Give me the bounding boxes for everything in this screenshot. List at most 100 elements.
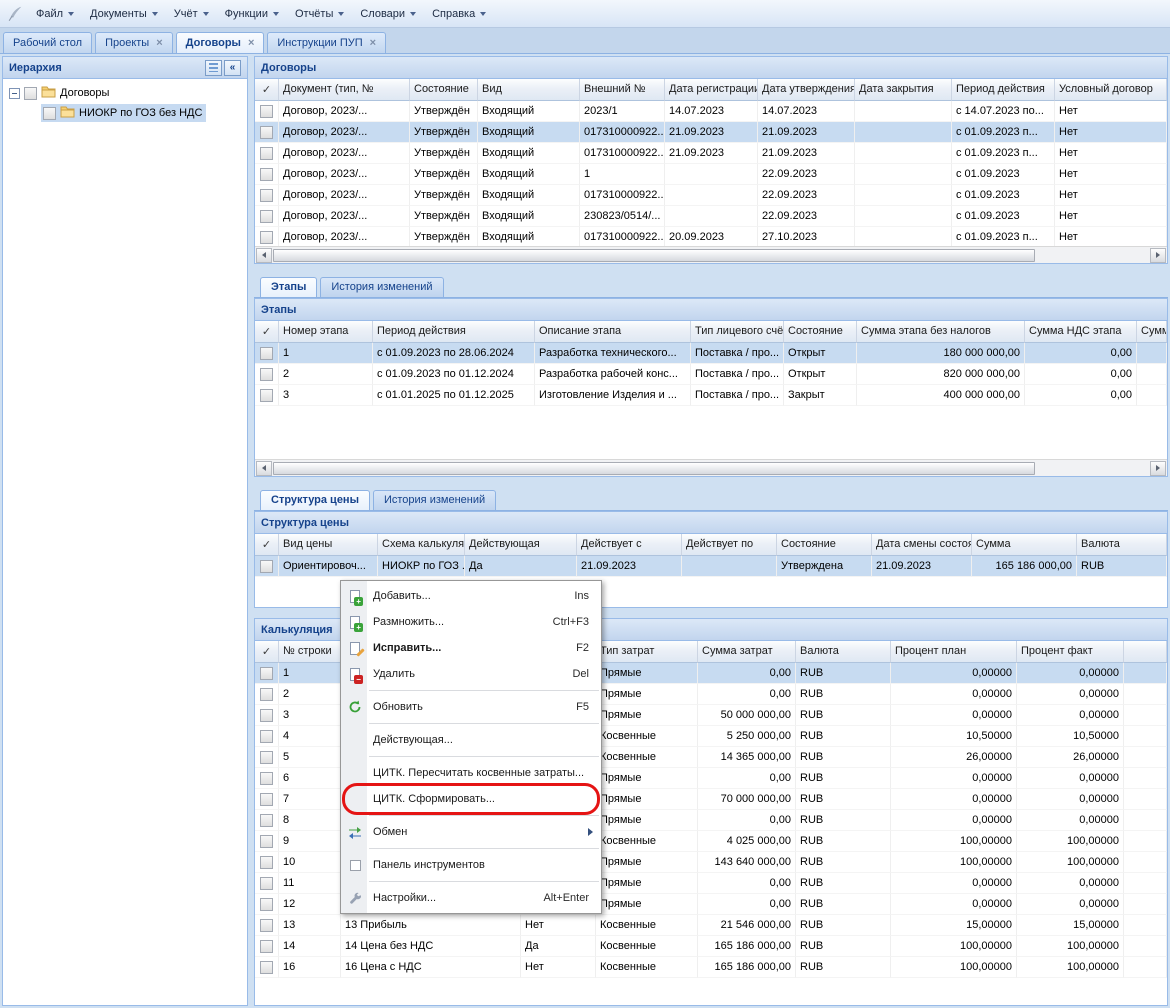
- context-menu-item-2[interactable]: Исправить...F2: [341, 635, 601, 661]
- price-tabstrip-tab-1[interactable]: История изменений: [373, 490, 496, 510]
- table-row[interactable]: 3с 01.01.2025 по 01.12.2025Изготовление …: [255, 385, 1167, 406]
- collapse-node-icon[interactable]: [9, 88, 20, 99]
- row-checkbox[interactable]: [260, 772, 273, 785]
- context-menu-item-12[interactable]: Обмен: [341, 819, 601, 845]
- column-header[interactable]: Дата утверждения: [758, 79, 855, 101]
- row-checkbox[interactable]: [260, 210, 273, 223]
- column-header[interactable]: Вид цены: [279, 534, 378, 556]
- tab-0[interactable]: Рабочий стол: [3, 32, 92, 53]
- row-checkbox[interactable]: [260, 126, 273, 139]
- stages-tabstrip-tab-0[interactable]: Этапы: [260, 277, 317, 297]
- column-header[interactable]: Период действия: [373, 321, 535, 343]
- tab-3[interactable]: Инструкции ПУП×: [267, 32, 386, 53]
- scroll-left-button[interactable]: [256, 461, 272, 476]
- table-row[interactable]: Договор, 2023/...УтверждёнВходящий2023/1…: [255, 101, 1167, 122]
- row-checkbox[interactable]: [260, 835, 273, 848]
- menubar-item-0[interactable]: Файл: [28, 4, 82, 24]
- context-menu-item-0[interactable]: +Добавить...Ins: [341, 583, 601, 609]
- column-header[interactable]: Состояние: [410, 79, 478, 101]
- row-checkbox[interactable]: [260, 147, 273, 160]
- row-checkbox[interactable]: [260, 898, 273, 911]
- column-header[interactable]: Сумма затрат: [698, 641, 796, 663]
- tab-close-icon[interactable]: ×: [370, 38, 376, 48]
- context-menu-item-14[interactable]: Панель инструментов: [341, 852, 601, 878]
- row-checkbox[interactable]: [260, 347, 273, 360]
- hierarchy-settings-button[interactable]: [205, 60, 222, 76]
- table-row[interactable]: Договор, 2023/...УтверждёнВходящий017310…: [255, 122, 1167, 143]
- tab-close-icon[interactable]: ×: [248, 38, 254, 48]
- context-menu-item-5[interactable]: ОбновитьF5: [341, 694, 601, 720]
- row-checkbox[interactable]: [260, 856, 273, 869]
- table-row[interactable]: 1313 ПрибыльНетКосвенные21 546 000,00RUB…: [255, 915, 1167, 936]
- context-menu-item-1[interactable]: +Размножить...Ctrl+F3: [341, 609, 601, 635]
- row-checkbox[interactable]: [260, 368, 273, 381]
- column-header[interactable]: Процент план: [891, 641, 1017, 663]
- table-row[interactable]: 1414 Цена без НДСДаКосвенные165 186 000,…: [255, 936, 1167, 957]
- tree-node-checkbox[interactable]: [24, 87, 37, 100]
- column-header[interactable]: Документ (тип, №: [279, 79, 410, 101]
- column-header[interactable]: Действует с: [577, 534, 682, 556]
- tree-node-niokr[interactable]: НИОКР по ГОЗ без НДС: [5, 103, 245, 123]
- menubar-item-6[interactable]: Справка: [424, 4, 494, 24]
- tree-node-checkbox[interactable]: [43, 107, 56, 120]
- row-checkbox[interactable]: [260, 877, 273, 890]
- stages-tabstrip-tab-1[interactable]: История изменений: [320, 277, 443, 297]
- select-all-header[interactable]: ✓: [255, 321, 279, 343]
- select-all-header[interactable]: ✓: [255, 641, 279, 663]
- table-row[interactable]: Договор, 2023/...УтверждёнВходящий017310…: [255, 143, 1167, 164]
- row-checkbox[interactable]: [260, 105, 273, 118]
- row-checkbox[interactable]: [260, 688, 273, 701]
- tab-2[interactable]: Договоры×: [176, 32, 265, 53]
- column-header[interactable]: Сумма этапа без налогов: [857, 321, 1025, 343]
- menubar-item-3[interactable]: Функции: [217, 4, 287, 24]
- row-checkbox[interactable]: [260, 389, 273, 402]
- column-header[interactable]: № строки: [279, 641, 341, 663]
- table-row[interactable]: Договор, 2023/...УтверждёнВходящий017310…: [255, 227, 1167, 246]
- row-checkbox[interactable]: [260, 709, 273, 722]
- column-header[interactable]: Период действия: [952, 79, 1055, 101]
- row-checkbox[interactable]: [260, 919, 273, 932]
- context-menu-item-7[interactable]: Действующая...: [341, 727, 601, 753]
- column-header[interactable]: Состояние: [777, 534, 872, 556]
- row-checkbox[interactable]: [260, 814, 273, 827]
- stages-hscrollbar[interactable]: [255, 459, 1167, 476]
- row-checkbox[interactable]: [260, 168, 273, 181]
- scroll-right-button[interactable]: [1150, 461, 1166, 476]
- menubar-item-5[interactable]: Словари: [352, 4, 424, 24]
- contracts-hscrollbar[interactable]: [255, 246, 1167, 263]
- scroll-right-button[interactable]: [1150, 248, 1166, 263]
- row-checkbox[interactable]: [260, 793, 273, 806]
- column-header[interactable]: Дата закрытия: [855, 79, 952, 101]
- column-header[interactable]: [1124, 641, 1167, 663]
- column-header[interactable]: Внешний №: [580, 79, 665, 101]
- context-menu-item-16[interactable]: Настройки...Alt+Enter: [341, 885, 601, 911]
- tree-node-contracts[interactable]: Договоры: [5, 83, 245, 103]
- column-header[interactable]: Тип затрат: [596, 641, 698, 663]
- row-checkbox[interactable]: [260, 231, 273, 244]
- column-header[interactable]: Сумма: [1137, 321, 1167, 343]
- collapse-panel-button[interactable]: «: [224, 60, 241, 76]
- context-menu-item-3[interactable]: −УдалитьDel: [341, 661, 601, 687]
- tab-close-icon[interactable]: ×: [156, 38, 162, 48]
- column-header[interactable]: Схема калькуляции: [378, 534, 465, 556]
- column-header[interactable]: Условный договор: [1055, 79, 1167, 101]
- table-row[interactable]: Договор, 2023/...УтверждёнВходящий017310…: [255, 185, 1167, 206]
- row-checkbox[interactable]: [260, 189, 273, 202]
- select-all-header[interactable]: ✓: [255, 534, 279, 556]
- table-row[interactable]: Договор, 2023/...УтверждёнВходящий122.09…: [255, 164, 1167, 185]
- row-checkbox[interactable]: [260, 751, 273, 764]
- tab-1[interactable]: Проекты×: [95, 32, 173, 53]
- table-row[interactable]: Договор, 2023/...УтверждёнВходящий230823…: [255, 206, 1167, 227]
- column-header[interactable]: Валюта: [796, 641, 891, 663]
- column-header[interactable]: Тип лицевого счёта: [691, 321, 784, 343]
- row-checkbox[interactable]: [260, 961, 273, 974]
- column-header[interactable]: Сумма: [972, 534, 1077, 556]
- context-menu-item-9[interactable]: ЦИТК. Пересчитать косвенные затраты...: [341, 760, 601, 786]
- price-tabstrip-tab-0[interactable]: Структура цены: [260, 490, 370, 510]
- column-header[interactable]: Дата регистрации: [665, 79, 758, 101]
- column-header[interactable]: Процент факт: [1017, 641, 1124, 663]
- row-checkbox[interactable]: [260, 560, 273, 573]
- column-header[interactable]: Действующая: [465, 534, 577, 556]
- menubar-item-4[interactable]: Отчёты: [287, 4, 352, 24]
- table-row[interactable]: 1с 01.09.2023 по 28.06.2024Разработка те…: [255, 343, 1167, 364]
